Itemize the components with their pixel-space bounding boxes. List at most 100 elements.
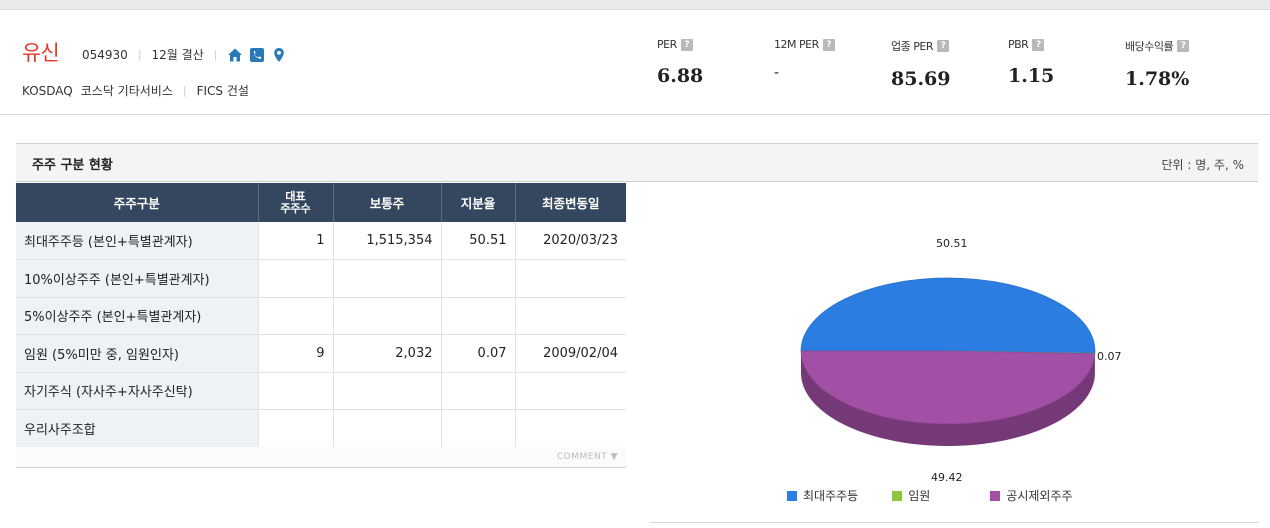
help-icon[interactable]: ?: [1032, 38, 1045, 51]
common-shares: [333, 297, 442, 335]
metric-label: 12M PER: [774, 38, 819, 51]
help-icon[interactable]: ?: [1177, 40, 1190, 52]
common-shares: 1,515,354: [333, 222, 442, 260]
help-icon[interactable]: ?: [680, 38, 693, 51]
legend-swatch: [892, 490, 903, 501]
col-header: 대표 주주수: [258, 183, 334, 222]
holder-type: 5%이상주주 (본인+특별관계자): [16, 297, 259, 335]
table-row: 임원 (5%미만 중, 임원인자) 9 2,032 0.07 2009/02/0…: [16, 334, 626, 373]
metric-label: 업종 PER: [891, 40, 933, 53]
legend-label: 임원: [908, 489, 931, 503]
holder-count: [258, 372, 334, 410]
holder-type: 임원 (5%미만 중, 임원인자): [16, 334, 259, 373]
metric-per: PER? 6.88: [657, 38, 774, 90]
shareholder-table: 주주구분 대표 주주수 보통주 지분율 최종변동일 최대주주등 (본인+특별관계…: [16, 183, 626, 448]
market-name: KOSDAQ: [22, 83, 73, 98]
col-header-line: 주주수: [280, 201, 311, 215]
holder-count: [258, 259, 334, 298]
common-shares: [333, 259, 442, 298]
chart-legend: 최대주주등 임원 공시제외주주: [787, 487, 1107, 504]
legend-swatch: [990, 490, 1001, 501]
holder-count: 9: [258, 334, 334, 373]
section-title: 주주 구분 현황: [32, 158, 113, 173]
help-icon[interactable]: ?: [936, 40, 949, 52]
last-change-date: [515, 409, 626, 448]
legend-item[interactable]: 최대주주등: [787, 487, 858, 504]
company-classification: KOSDAQ 코스닥 기타서비스 | FICS 건설: [22, 82, 249, 99]
holder-count: [258, 409, 334, 448]
metric-sector-per: 업종 PER? 85.69: [891, 38, 1008, 90]
home-icon[interactable]: [227, 47, 243, 63]
col-header-line: 대표: [285, 189, 306, 203]
legend-label: 최대주주등: [803, 489, 859, 503]
table-row: 10%이상주주 (본인+특별관계자): [16, 259, 626, 298]
divider: |: [137, 48, 142, 61]
col-header: 지분율: [441, 183, 516, 222]
metric-value: 1.78%: [1125, 68, 1190, 90]
holder-type: 최대주주등 (본인+특별관계자): [16, 222, 259, 260]
divider: |: [213, 48, 218, 61]
company-meta: 054930 | 12월 결산 |: [82, 46, 287, 63]
valuation-metrics: PER? 6.88 12M PER? - 업종 PER? 85.69 PBR? …: [657, 38, 1242, 90]
metric-pbr: PBR? 1.15: [1008, 38, 1125, 90]
holder-type: 우리사주조합: [16, 409, 259, 448]
fics-sector: FICS 건설: [196, 84, 249, 98]
pie-data-label: 0.07: [1097, 350, 1122, 363]
map-pin-icon[interactable]: [271, 47, 287, 63]
col-header: 주주구분: [16, 183, 259, 222]
metric-value: 1.15: [1008, 65, 1055, 87]
ownership-ratio: 0.07: [441, 334, 516, 373]
table-row: 자기주식 (자사주+자사주신탁): [16, 372, 626, 410]
comment-label: COMMENT: [556, 452, 608, 462]
holder-count: 1: [258, 222, 334, 260]
divider: |: [182, 84, 187, 97]
holder-count: [258, 297, 334, 335]
ownership-ratio: [441, 297, 516, 335]
holder-type: 자기주식 (자사주+자사주신탁): [16, 372, 259, 410]
ownership-ratio: [441, 409, 516, 448]
ownership-ratio: 50.51: [441, 222, 516, 260]
legend-label: 공시제외주주: [1006, 489, 1073, 503]
unit-note: 단위 : 명, 주, %: [1161, 158, 1245, 172]
last-change-date: [515, 297, 626, 335]
common-shares: [333, 409, 442, 448]
pie-slice-0[interactable]: [800, 277, 1096, 354]
holder-type: 10%이상주주 (본인+특별관계자): [16, 259, 259, 298]
last-change-date: 2020/03/23: [515, 222, 626, 260]
last-change-date: [515, 259, 626, 298]
top-strip: [0, 0, 1270, 10]
section-header: 주주 구분 현황 단위 : 명, 주, %: [16, 143, 1258, 182]
table-row: 우리사주조합: [16, 409, 626, 448]
table-row: 5%이상주주 (본인+특별관계자): [16, 297, 626, 335]
col-header: 보통주: [333, 183, 442, 222]
company-name: 유신: [22, 41, 60, 65]
metric-dividend-yield: 배당수익률? 1.78%: [1125, 38, 1242, 90]
pie-svg: [800, 277, 1096, 446]
comment-toggle[interactable]: COMMENT ▼: [16, 447, 626, 468]
pie-data-label: 50.51: [936, 237, 968, 250]
ownership-ratio: [441, 259, 516, 298]
chart-divider: [650, 522, 1258, 523]
help-icon[interactable]: ?: [822, 38, 835, 51]
metric-label: 배당수익률: [1125, 40, 1174, 53]
last-change-date: 2009/02/04: [515, 334, 626, 373]
metric-label: PBR: [1008, 38, 1029, 51]
table-header-row: 주주구분 대표 주주수 보통주 지분율 최종변동일: [16, 183, 626, 222]
phone-icon[interactable]: [249, 47, 265, 63]
chevron-down-icon: ▼: [610, 452, 618, 462]
metric-value: 6.88: [657, 65, 704, 87]
ownership-pie-chart: 50.51 0.07 49.42: [650, 183, 1258, 523]
metric-value: 85.69: [891, 68, 951, 90]
metric-value: -: [774, 65, 780, 81]
sector-name: 코스닥 기타서비스: [80, 84, 173, 98]
legend-item[interactable]: 공시제외주주: [990, 487, 1073, 504]
legend-item[interactable]: 임원: [892, 487, 930, 504]
ownership-ratio: [441, 372, 516, 410]
stock-code: 054930: [82, 47, 128, 62]
common-shares: 2,032: [333, 334, 442, 373]
company-header: 유신 054930 | 12월 결산 | KOSDAQ 코스닥 기타서비스 | …: [0, 10, 1270, 115]
legend-swatch: [787, 490, 797, 501]
common-shares: [333, 372, 442, 410]
col-header: 최종변동일: [515, 183, 626, 222]
metric-label: PER: [657, 38, 677, 51]
